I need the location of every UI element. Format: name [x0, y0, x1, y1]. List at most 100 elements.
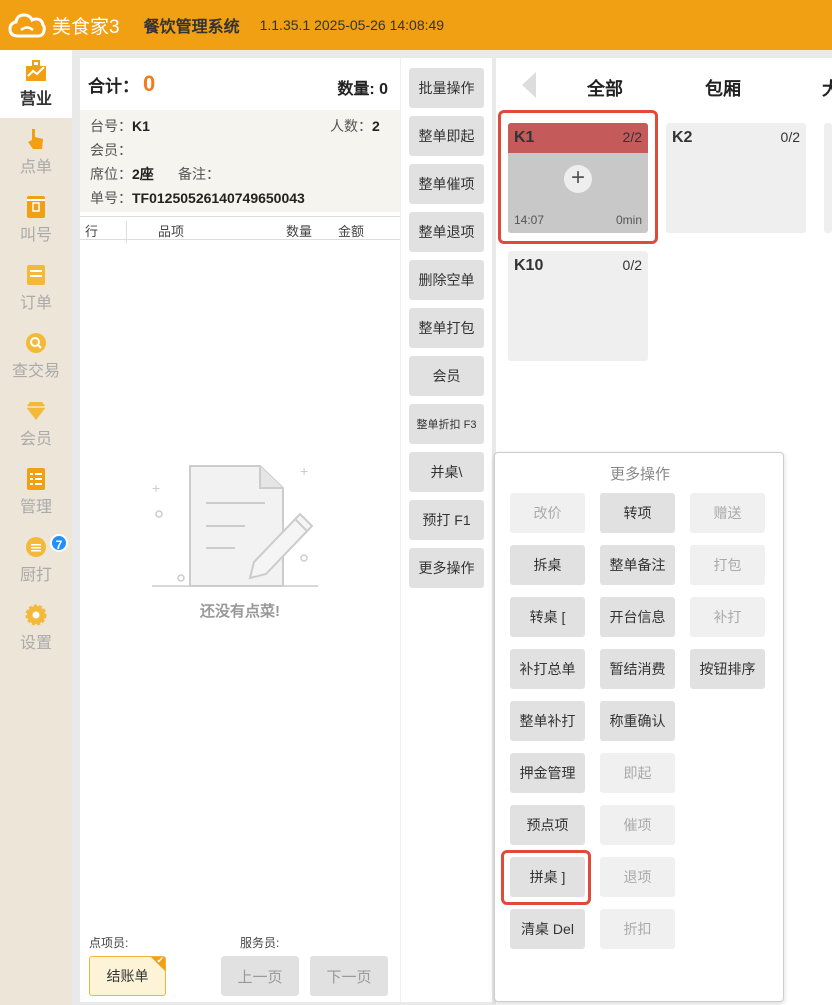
order-fire-button[interactable]: 整单即起: [409, 116, 484, 156]
pre-order-item-button[interactable]: 预点项: [510, 805, 585, 845]
ticket-icon: [24, 195, 48, 219]
version-text: 1.1.35.1 2025-05-26 14:08:49: [259, 17, 445, 33]
nav-item-callnumber[interactable]: 叫号: [0, 186, 72, 254]
nav-item-kitchen-print[interactable]: 厨打 7: [0, 526, 72, 594]
nav-item-member[interactable]: 会员: [0, 390, 72, 458]
svg-text:+: +: [152, 480, 160, 496]
merge-table-button[interactable]: 并桌\: [409, 452, 484, 492]
table-label: 台号：: [90, 118, 132, 134]
tab-hall[interactable]: 大: [822, 75, 832, 101]
open-table-info-button[interactable]: 开台信息: [600, 597, 675, 637]
member-label: 会员：: [90, 142, 132, 158]
nav-item-orders[interactable]: 订单: [0, 254, 72, 322]
nav-label: 厨打: [19, 567, 52, 584]
batch-operation-button[interactable]: 批量操作: [409, 68, 484, 108]
order-action-column: 批量操作 整单即起 整单催项 整单退项 删除空单 整单打包 会员 整单折扣 F3…: [400, 58, 492, 1002]
split-table-button[interactable]: 拆桌: [510, 545, 585, 585]
checklist-icon: [24, 467, 48, 491]
discount-button: 折扣: [600, 909, 675, 949]
order-return-button[interactable]: 整单退项: [409, 212, 484, 252]
join-table-highlight: [501, 850, 591, 905]
nav-item-transactions[interactable]: 查交易: [0, 322, 72, 390]
nav-label: 会员: [19, 431, 52, 448]
table-seats: 0/2: [622, 257, 642, 273]
nav-label: 查交易: [11, 363, 60, 380]
search-icon: [24, 331, 48, 355]
waiter-label: 服务员:: [240, 936, 280, 950]
table-card-partial[interactable]: [824, 123, 832, 233]
fire-item-button: 即起: [600, 753, 675, 793]
rush-item-button: 催项: [600, 805, 675, 845]
table-card-k10[interactable]: K10 0/2: [508, 251, 648, 361]
table-seats: 0/2: [780, 129, 800, 145]
gear-icon: [24, 603, 48, 627]
note-label: 备注：: [178, 166, 220, 182]
nav-label: 订单: [19, 295, 52, 312]
return-item-button: 退项: [600, 857, 675, 897]
transfer-table-button[interactable]: 转桌 [: [510, 597, 585, 637]
cloud-logo-icon: [8, 13, 46, 38]
transfer-item-button[interactable]: 转项: [600, 493, 675, 533]
app-header: 美食家3 餐饮管理系统 1.1.35.1 2025-05-26 14:08:49: [0, 0, 832, 50]
receipt-icon: [24, 263, 48, 287]
order-number-info: 单号：TF0125052614074965004​3: [90, 188, 305, 208]
nav-label: 设置: [19, 635, 52, 652]
table-card-header: K10 0/2: [508, 251, 648, 281]
nav-label: 叫号: [19, 227, 52, 244]
tab-scroll-left-icon[interactable]: [522, 72, 536, 98]
logo-text: 美食家3: [52, 16, 120, 38]
tab-all[interactable]: 全部: [587, 75, 623, 101]
svg-text:+: +: [300, 463, 308, 479]
order-note-button[interactable]: 整单备注: [600, 545, 675, 585]
pre-settle-button[interactable]: 暂结消费: [600, 649, 675, 689]
next-page-button[interactable]: 下一页: [310, 956, 388, 996]
member-button[interactable]: 会员: [409, 356, 484, 396]
prev-page-button[interactable]: 上一页: [221, 956, 299, 996]
more-operations-title: 更多操作: [609, 466, 670, 483]
more-operations-panel: 更多操作 改价 转项 赠送 拆桌 整单备注 打包 转桌 [开台信息 补打 补打总单 暂结消费 按钮排…: [494, 452, 784, 1002]
col-item: 品项: [158, 224, 185, 239]
orderer-label: 点项员:: [89, 936, 129, 950]
clear-table-button[interactable]: 清桌 Del: [510, 909, 585, 949]
seat-value: 2座: [132, 166, 154, 182]
gift-button: 赠送: [690, 493, 765, 533]
people-info: 人数：2: [330, 116, 380, 136]
diamond-icon: [24, 399, 48, 423]
tab-private-rooms[interactable]: 包厢: [705, 75, 741, 101]
table-info: 台号：K1: [90, 116, 150, 136]
takeaway-button: 打包: [690, 545, 765, 585]
delete-empty-order-button[interactable]: 删除空单: [409, 260, 484, 300]
col-row: 行: [85, 224, 99, 239]
nav-label: 点单: [19, 159, 52, 176]
reprint-summary-button[interactable]: 补打总单: [510, 649, 585, 689]
people-label: 人数：: [330, 118, 372, 134]
weigh-confirm-button[interactable]: 称重确认: [600, 701, 675, 741]
pre-print-button[interactable]: 预打 F1: [409, 500, 484, 540]
order-rush-button[interactable]: 整单催项: [409, 164, 484, 204]
more-operations-button[interactable]: 更多操作: [409, 548, 484, 588]
nav-item-settings[interactable]: 设置: [0, 594, 72, 662]
table-card-header: K2 0/2: [666, 123, 806, 153]
empty-order-text: 还没有点菜!: [200, 603, 280, 620]
order-number-value: TF0125052614074965004​3: [132, 190, 305, 206]
quantity-label: 数量: 0: [337, 81, 388, 98]
deposit-manage-button[interactable]: 押金管理: [510, 753, 585, 793]
nav-label: 营业: [19, 91, 52, 108]
order-takeaway-button[interactable]: 整单打包: [409, 308, 484, 348]
order-panel: 合计： 0 数量: 0 台号：K1 人数：2 会员： 席位：2座 备注： 单号：…: [80, 58, 400, 1002]
button-sort-button[interactable]: 按钮排序: [690, 649, 765, 689]
total-value: 0: [143, 71, 156, 96]
order-reprint-button[interactable]: 整单补打: [510, 701, 585, 741]
nav-item-business[interactable]: 营业: [0, 50, 72, 118]
order-info-box: 台号：K1 人数：2 会员： 席位：2座 备注： 单号：TF0125052614…: [80, 110, 400, 212]
check-icon: ✔: [156, 956, 164, 965]
order-discount-button[interactable]: 整单折扣 F3: [409, 404, 484, 444]
nav-label: 管理: [19, 499, 52, 516]
checkout-label: 结账单: [106, 968, 149, 984]
checkout-button[interactable]: 结账单 ✔: [89, 956, 166, 996]
table-card-k2[interactable]: K2 0/2: [666, 123, 806, 233]
nav-item-order[interactable]: 点单: [0, 118, 72, 186]
col-qty: 数量: [286, 224, 313, 239]
system-title: 餐饮管理系统: [143, 19, 240, 36]
nav-item-manage[interactable]: 管理: [0, 458, 72, 526]
